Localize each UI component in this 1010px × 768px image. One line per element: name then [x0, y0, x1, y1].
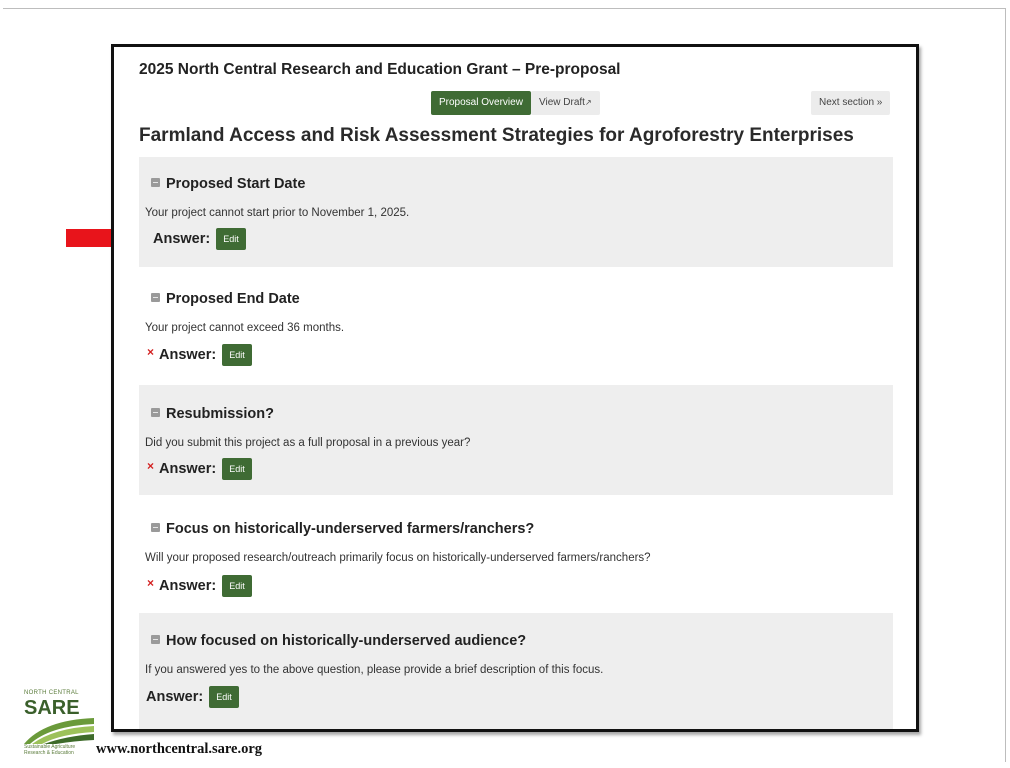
missing-answer-icon: × [147, 459, 155, 473]
next-section-button[interactable]: Next section » [811, 91, 891, 115]
question-title: Proposed End Date [151, 291, 300, 307]
question-description: Will your proposed research/outreach pri… [145, 552, 651, 564]
answer-row: Answer: Edit [153, 228, 246, 250]
question-description: Your project cannot exceed 36 months. [145, 322, 345, 334]
question-section: Resubmission? Did you submit this projec… [139, 385, 893, 495]
question-section: How focused on historically-underserved … [139, 613, 893, 729]
question-title: Focus on historically-underserved farmer… [151, 521, 534, 537]
collapse-icon[interactable] [151, 407, 160, 417]
question-title: How focused on historically-underserved … [151, 633, 526, 649]
answer-row: × Answer: Edit [147, 344, 252, 366]
logo-sub-text: Sustainable Agriculture Research & Educa… [24, 744, 76, 756]
edit-button[interactable]: Edit [209, 686, 239, 708]
answer-label: Answer: [146, 689, 204, 705]
app-window: 2025 North Central Research and Educatio… [111, 44, 919, 732]
logo-field-graphic [24, 718, 94, 744]
answer-row: Answer: Edit [146, 686, 239, 708]
question-description: Your project cannot start prior to Novem… [145, 207, 410, 219]
question-title: Proposed Start Date [151, 176, 305, 192]
footer-url[interactable]: www.northcentral.sare.org [96, 741, 262, 758]
question-section: Proposed Start Date Your project cannot … [139, 157, 893, 267]
view-draft-button[interactable]: View Draft↗ [531, 91, 600, 115]
collapse-icon[interactable] [151, 177, 160, 187]
answer-label: Answer: [159, 347, 217, 363]
answer-label: Answer: [153, 231, 211, 247]
answer-row: × Answer: Edit [147, 575, 252, 597]
view-draft-label: View Draft [539, 97, 585, 108]
question-description: Did you submit this project as a full pr… [145, 437, 471, 449]
proposal-overview-button[interactable]: Proposal Overview [431, 91, 531, 115]
question-section: Proposed End Date Your project cannot ex… [139, 267, 893, 385]
answer-label: Answer: [159, 461, 217, 477]
project-title: Farmland Access and Risk Assessment Stra… [139, 125, 854, 146]
question-section: Focus on historically-underserved farmer… [139, 495, 893, 613]
proposal-overview-label: Proposal Overview [439, 97, 523, 108]
question-title: Resubmission? [151, 406, 274, 422]
collapse-icon[interactable] [151, 522, 160, 532]
edit-button[interactable]: Edit [216, 228, 246, 250]
collapse-icon[interactable] [151, 634, 160, 644]
logo-top-text: NORTH CENTRAL [24, 690, 79, 696]
edit-button[interactable]: Edit [222, 458, 252, 480]
missing-answer-icon: × [147, 345, 155, 359]
external-link-icon: ↗ [584, 98, 592, 107]
edit-button[interactable]: Edit [222, 344, 252, 366]
edit-button[interactable]: Edit [222, 575, 252, 597]
next-section-label: Next section » [819, 97, 883, 108]
answer-row: × Answer: Edit [147, 458, 252, 480]
sare-logo: NORTH CENTRAL SARE Sustainable Agricultu… [24, 690, 94, 760]
collapse-icon[interactable] [151, 292, 160, 302]
grant-title: 2025 North Central Research and Educatio… [139, 61, 621, 78]
missing-answer-icon: × [147, 576, 155, 590]
answer-label: Answer: [159, 578, 217, 594]
question-description: If you answered yes to the above questio… [145, 664, 604, 676]
